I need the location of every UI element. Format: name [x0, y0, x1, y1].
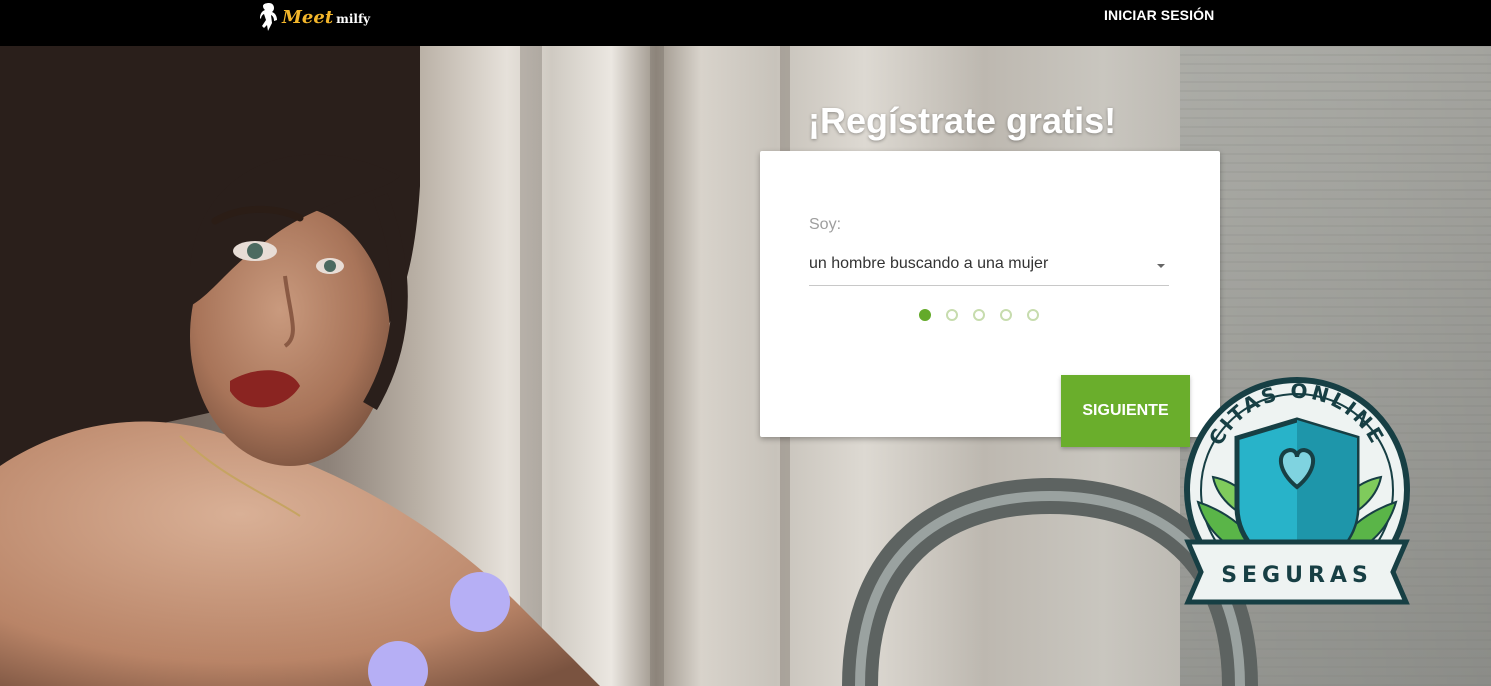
badge-bottom-text: SEGURAS [1221, 563, 1373, 588]
step-dot-4 [1000, 309, 1012, 321]
login-link[interactable]: INICIAR SESIÓN [1104, 7, 1214, 23]
logo-text-meet: Meet [282, 6, 334, 28]
safe-dating-badge: CITAS ONLINE SEGURAS [1184, 377, 1410, 605]
gender-preference-select[interactable]: un hombre buscando a una mujer [809, 249, 1169, 286]
site-logo[interactable]: Meet milfy [258, 0, 370, 34]
background-frame [650, 46, 664, 686]
step-indicator [919, 309, 1039, 321]
silhouette-logo-icon [260, 3, 277, 31]
registration-title: ¡Regístrate gratis! [808, 100, 1117, 141]
logo-text-milfy: milfy [336, 11, 371, 26]
step-dot-1 [919, 309, 931, 321]
select-value: un hombre buscando a una mujer [809, 255, 1049, 272]
gender-field-label: Soy: [809, 216, 842, 233]
dropdown-caret-icon [1157, 264, 1165, 268]
step-dot-5 [1027, 309, 1039, 321]
step-dot-3 [973, 309, 985, 321]
step-dot-2 [946, 309, 958, 321]
top-navigation-bar: Meet milfy INICIAR SESIÓN [0, 0, 1491, 46]
hero-photo-woman [0, 46, 600, 686]
